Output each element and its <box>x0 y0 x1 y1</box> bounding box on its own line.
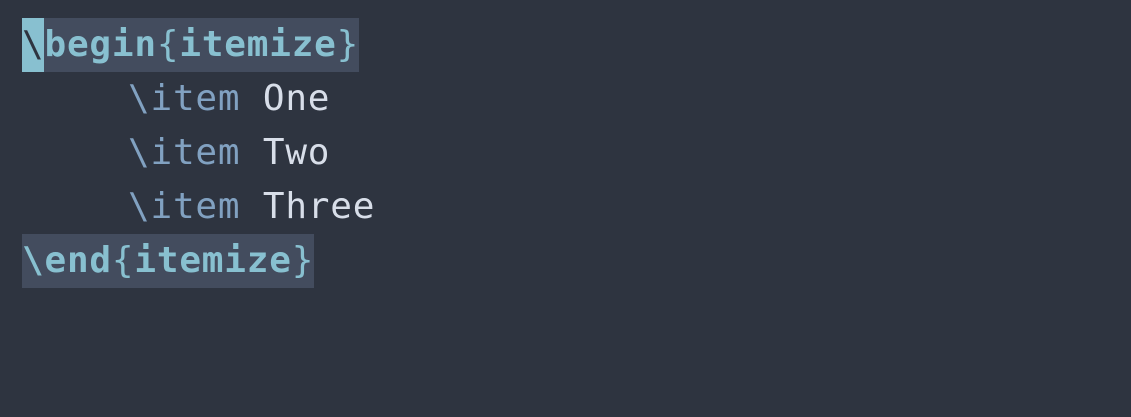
item-text: Two <box>262 132 331 173</box>
item-command: \item <box>128 78 241 119</box>
open-brace: { <box>156 24 180 65</box>
close-brace: } <box>291 240 315 281</box>
matching-environment-highlight-begin: \begin{itemize} <box>22 18 360 72</box>
code-line-begin[interactable]: \begin{itemize} <box>22 18 1131 72</box>
code-line-end[interactable]: \end{itemize} <box>22 234 1131 288</box>
begin-command: begin <box>44 24 157 65</box>
item-command: \item <box>128 132 241 173</box>
code-line-item-3[interactable]: \item Three <box>22 180 1131 234</box>
text-cursor: \ <box>22 18 45 72</box>
environment-name: itemize <box>134 240 292 281</box>
code-line-item-2[interactable]: \item Two <box>22 126 1131 180</box>
end-command: \end <box>22 240 112 281</box>
item-text: Three <box>262 186 376 227</box>
code-line-item-1[interactable]: \item One <box>22 72 1131 126</box>
open-brace: { <box>111 240 135 281</box>
item-command: \item <box>128 186 241 227</box>
matching-environment-highlight-end: \end{itemize} <box>22 234 315 288</box>
environment-name: itemize <box>179 24 337 65</box>
item-text: One <box>262 78 331 119</box>
close-brace: } <box>336 24 360 65</box>
code-editor[interactable]: \begin{itemize} \item One \item Two \ite… <box>0 0 1131 417</box>
